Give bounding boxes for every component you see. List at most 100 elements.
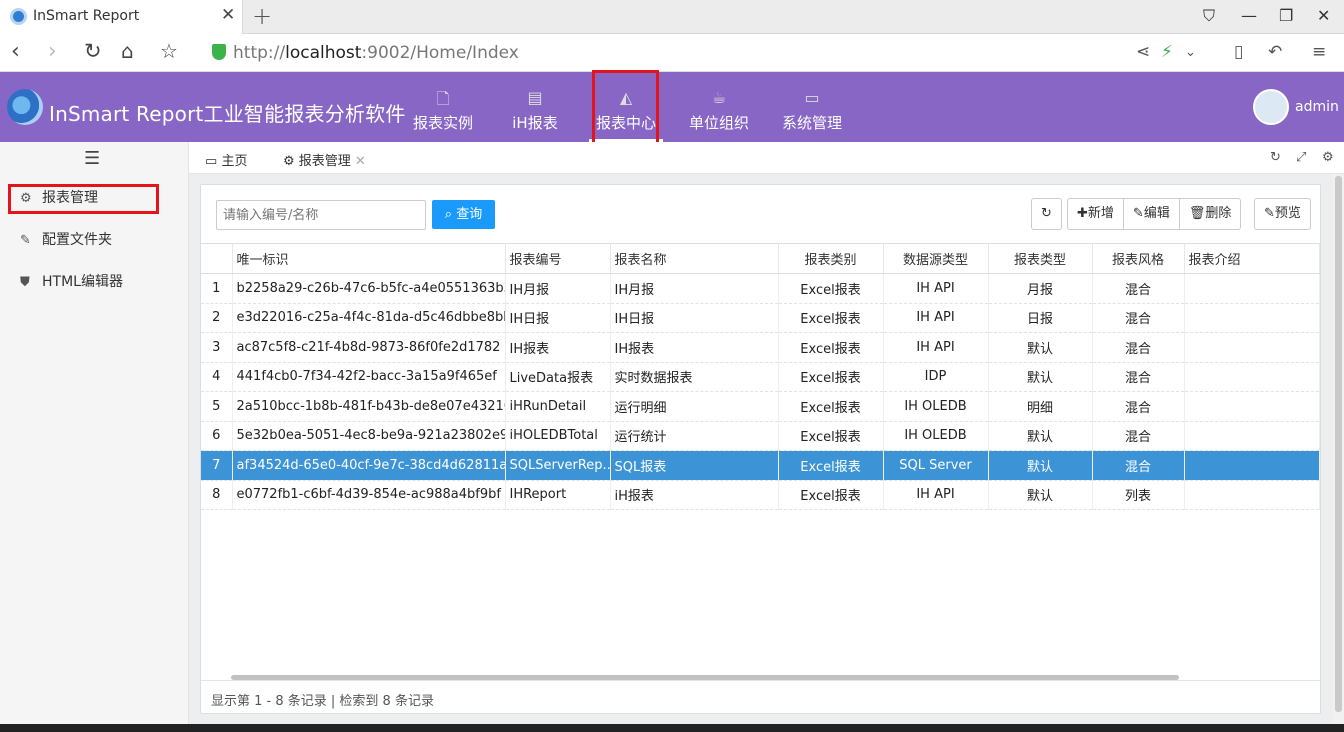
table-cell: ac87c5f8-c21f-4b8d-9873-86f0fe2d1782 (232, 332, 506, 363)
table-cell: IH日报 (610, 303, 779, 333)
column-header[interactable]: 报表介绍 (1184, 243, 1320, 274)
edit-icon: ✎ (20, 233, 31, 248)
star-icon[interactable]: ☆ (160, 39, 178, 63)
coffee-icon: ☕ (711, 88, 727, 107)
edit-button[interactable]: ✎编辑 (1124, 199, 1180, 229)
fullscreen-icon[interactable]: ⤢ (1296, 150, 1306, 165)
lightning-icon[interactable]: ⚡ (1161, 42, 1173, 62)
row-number: 2 (201, 303, 233, 333)
back-icon[interactable]: ‹ (11, 39, 20, 64)
table-cell: iHOLEDBTotal (505, 421, 611, 451)
restore-icon[interactable]: ❐ (1279, 6, 1293, 25)
search-input[interactable] (216, 200, 426, 230)
new-tab-icon[interactable]: + (252, 2, 272, 30)
column-header[interactable]: 报表名称 (610, 243, 779, 274)
column-header[interactable]: 唯一标识 (232, 243, 506, 274)
table-row[interactable]: 5 2a510bcc-1b8b-481f-b43b-de8e07e43216 iHR… (201, 391, 1320, 422)
table-cell: IH API (883, 273, 989, 304)
table-cell (1184, 332, 1320, 363)
table-cell: 混合 (1092, 421, 1185, 451)
table-cell: IH OLEDB (883, 391, 989, 422)
table-cell: 实时数据报表 (610, 362, 779, 392)
table-cell (1184, 421, 1320, 451)
table-row[interactable]: 2 e3d22016-c25a-4f4c-81da-d5c46dbbe8bb IH日… (201, 303, 1320, 333)
query-button[interactable]: ⌕ 查询 (432, 200, 495, 229)
row-number: 7 (201, 450, 233, 481)
column-header[interactable]: 报表类别 (778, 243, 884, 274)
minimize-icon[interactable]: — (1241, 6, 1257, 25)
edit-icon: ✎ (1264, 206, 1275, 221)
undo-icon[interactable]: ↶ (1268, 42, 1282, 62)
nav-system-settings[interactable]: ▭ 系统管理 (774, 72, 850, 142)
home-icon[interactable]: ⌂ (121, 39, 134, 63)
table-cell: Excel报表 (778, 332, 884, 363)
table-cell: 混合 (1092, 303, 1185, 333)
share-icon[interactable]: ⋖ (1136, 42, 1150, 62)
sidebar-item-html-editor[interactable]: ⛊ HTML编辑器 (20, 271, 123, 291)
preview-button[interactable]: ✎预览 (1255, 199, 1310, 229)
browser-tab[interactable]: InSmart Report ✕ (0, 0, 243, 34)
tab-home[interactable]: ▭ 主页 (205, 150, 247, 169)
nav-ih-report[interactable]: ▤ iH报表 (499, 72, 571, 142)
table-cell: 混合 (1092, 332, 1185, 363)
column-header[interactable]: 数据源类型 (883, 243, 989, 274)
url-field[interactable]: http://localhost:9002/Home/Index (233, 43, 519, 63)
table-cell (1184, 362, 1320, 392)
secure-shield-icon (212, 44, 226, 60)
table-cell: iH报表 (610, 480, 779, 510)
table-cell: e0772fb1-c6bf-4d39-854e-ac988a4bf9bf (232, 480, 506, 510)
close-tab-icon[interactable]: ✕ (221, 5, 235, 25)
row-number: 6 (201, 421, 233, 451)
close-tab-icon[interactable]: ✕ (355, 154, 366, 169)
table-cell: 月报 (988, 273, 1093, 304)
browser-tab-title: InSmart Report (33, 8, 140, 24)
sidebar-toggle-icon[interactable]: ☰ (84, 148, 100, 169)
table-cell: IDP (883, 362, 989, 392)
table-row[interactable]: 4 441f4cb0-7f34-42f2-bacc-3a15a9f465ef Liv… (201, 362, 1320, 392)
phone-icon[interactable]: ▯ (1234, 42, 1243, 62)
app-header: InSmart Report工业智能报表分析软件 🗋 报表实例 ▤ iH报表 ◭… (0, 72, 1344, 142)
column-header[interactable]: 报表风格 (1092, 243, 1185, 274)
reload-icon[interactable]: ↻ (84, 39, 102, 63)
nav-organization[interactable]: ☕ 单位组织 (681, 72, 757, 142)
shirt-skin-icon[interactable]: ⛉ (1203, 6, 1215, 26)
forward-icon[interactable]: › (48, 39, 57, 64)
trash-icon: 🗑 (1188, 206, 1206, 221)
table-row[interactable]: 3 ac87c5f8-c21f-4b8d-9873-86f0fe2d1782 IH报… (201, 332, 1320, 363)
table-cell: 默认 (988, 421, 1093, 451)
row-number: 4 (201, 362, 233, 392)
row-number: 3 (201, 332, 233, 363)
refresh-button[interactable]: ↻ (1032, 199, 1061, 229)
close-window-icon[interactable]: ✕ (1317, 6, 1330, 25)
table-cell: IHReport (505, 480, 611, 510)
vertical-scrollbar[interactable] (1335, 176, 1342, 712)
table-row[interactable]: 1 b2258a29-c26b-47c6-b5fc-a4e0551363b3 IH月… (201, 273, 1320, 304)
report-file-icon: 🗋 (436, 89, 450, 108)
pagination-info: 显示第 1 - 8 条记录 | 检索到 8 条记录 (211, 694, 434, 709)
refresh-icon: ↻ (1041, 206, 1052, 221)
menu-icon[interactable]: ≡ (1312, 42, 1326, 62)
table-cell: 默认 (988, 450, 1093, 481)
table-row[interactable]: 8 e0772fb1-c6bf-4d39-854e-ac988a4bf9bf IHR… (201, 480, 1320, 510)
add-button[interactable]: ✚新增 (1068, 199, 1124, 229)
nav-report-instance[interactable]: 🗋 报表实例 (405, 72, 481, 142)
table-row[interactable]: 6 5e32b0ea-5051-4ec8-be9a-921a23802e99 iHO… (201, 421, 1320, 451)
column-header[interactable]: 报表编号 (505, 243, 611, 274)
table-row[interactable]: 7 af34524d-65e0-40cf-9e7c-38cd4d62811a SQL… (201, 450, 1320, 481)
settings-icon[interactable]: ⚙ (1322, 150, 1334, 165)
chevron-down-icon[interactable]: ⌄ (1185, 45, 1196, 60)
preview-button-group: ✎预览 (1254, 198, 1311, 230)
table-cell: 明细 (988, 391, 1093, 422)
table-cell: Excel报表 (778, 450, 884, 481)
delete-button[interactable]: 🗑删除 (1180, 199, 1241, 229)
sidebar-item-config-folder[interactable]: ✎ 配置文件夹 (20, 229, 112, 249)
avatar[interactable] (1253, 89, 1289, 125)
table-cell: Excel报表 (778, 362, 884, 392)
tab-report-manage[interactable]: ⚙ 报表管理 ✕ (283, 150, 366, 176)
column-header[interactable]: 报表类型 (988, 243, 1093, 274)
refresh-tab-icon[interactable]: ↻ (1270, 150, 1281, 165)
table-cell: SQL报表 (610, 450, 779, 481)
table-cell: 默认 (988, 362, 1093, 392)
table-cell: IH报表 (505, 332, 611, 363)
user-name[interactable]: admin (1295, 99, 1339, 115)
